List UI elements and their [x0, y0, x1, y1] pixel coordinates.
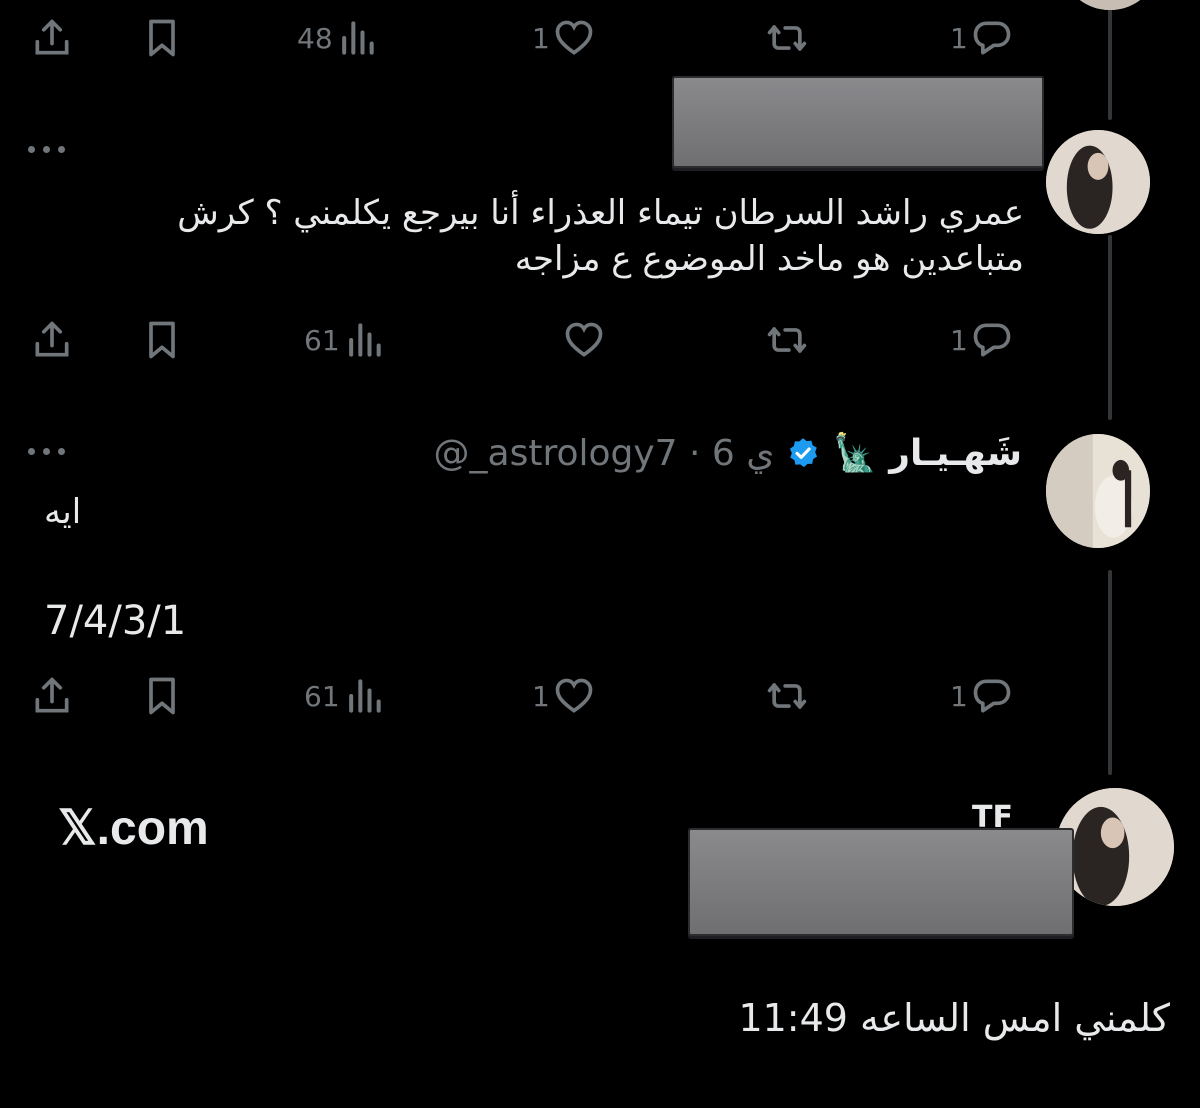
- more-icon[interactable]: [28, 142, 72, 156]
- tweet-2-action-bar: 61 1: [30, 318, 1030, 362]
- avatar-top-partial[interactable]: [1060, 0, 1160, 10]
- bookmark-button[interactable]: [140, 674, 184, 718]
- bookmark-icon: [149, 321, 175, 359]
- x-watermark: 𝕏.com: [58, 802, 209, 855]
- replies-count: 1: [950, 323, 968, 357]
- like-button[interactable]: 1: [530, 16, 596, 60]
- replies-count: 1: [950, 21, 968, 55]
- views-count: 61: [304, 679, 340, 713]
- views-icon: [341, 21, 374, 55]
- thread-line-top: [1108, 0, 1112, 120]
- share-icon: [35, 321, 69, 357]
- reply-button[interactable]: 1: [948, 318, 1014, 362]
- reply-icon: [973, 323, 1011, 357]
- likes-count: 1: [532, 679, 550, 713]
- bookmark-button[interactable]: [140, 16, 184, 60]
- tweet-3-action-bar: 61 1 1: [30, 674, 1030, 718]
- display-name[interactable]: شَهـيـار: [889, 433, 1022, 474]
- views-button[interactable]: 61: [302, 318, 386, 362]
- bookmark-button[interactable]: [140, 318, 184, 362]
- share-button[interactable]: [30, 318, 74, 362]
- reply-icon: [973, 679, 1011, 713]
- redacted-name: [688, 828, 1074, 936]
- repost-icon: [767, 25, 807, 51]
- reply-button[interactable]: 1: [948, 16, 1014, 60]
- tweet-header: @_astrology7 · 6 ي 🗽 شَهـيـار: [434, 430, 1022, 476]
- like-icon: [555, 678, 593, 713]
- redacted-name: [672, 76, 1044, 168]
- more-icon[interactable]: [28, 444, 72, 458]
- like-button[interactable]: [558, 318, 606, 362]
- views-button[interactable]: 61: [302, 674, 386, 718]
- reply-icon: [973, 21, 1011, 55]
- name-emoji: 🗽: [832, 433, 878, 474]
- repost-icon: [767, 327, 807, 353]
- share-icon: [35, 677, 69, 713]
- views-icon: [348, 679, 381, 713]
- reply-button[interactable]: 1: [948, 674, 1014, 718]
- views-icon: [348, 323, 381, 357]
- like-icon: [555, 20, 593, 55]
- repost-button[interactable]: [765, 318, 809, 362]
- thread-line-bottom: [1108, 570, 1112, 775]
- tweet-text-line-1: ايه: [44, 492, 82, 532]
- bookmark-icon: [149, 677, 175, 715]
- tweet-text-line-2: 7/4/3/1: [44, 598, 187, 644]
- likes-count: 1: [532, 21, 550, 55]
- share-icon: [35, 19, 69, 55]
- share-button[interactable]: [30, 674, 74, 718]
- repost-button[interactable]: [765, 16, 809, 60]
- share-button[interactable]: [30, 16, 74, 60]
- caption-text: كلمني امس الساعه 11:49: [738, 996, 1170, 1040]
- thread-line-middle: [1108, 235, 1112, 420]
- bookmark-icon: [149, 19, 175, 57]
- tweet-1-action-bar: 48 1 1: [30, 16, 1030, 60]
- like-button[interactable]: 1: [530, 674, 596, 718]
- views-count: 48: [297, 21, 333, 55]
- verified-badge-icon: [790, 438, 818, 468]
- views-count: 61: [304, 323, 340, 357]
- replies-count: 1: [950, 679, 968, 713]
- repost-button[interactable]: [765, 674, 809, 718]
- tweet-text: عمري راشد السرطان تيماء العذراء أنا بيرج…: [177, 193, 1024, 279]
- avatar[interactable]: [1046, 434, 1150, 548]
- views-button[interactable]: 48: [295, 16, 379, 60]
- like-icon: [565, 322, 603, 357]
- handle-and-time[interactable]: @_astrology7 · 6 ي: [434, 433, 775, 474]
- repost-icon: [767, 683, 807, 709]
- avatar[interactable]: [1046, 130, 1150, 234]
